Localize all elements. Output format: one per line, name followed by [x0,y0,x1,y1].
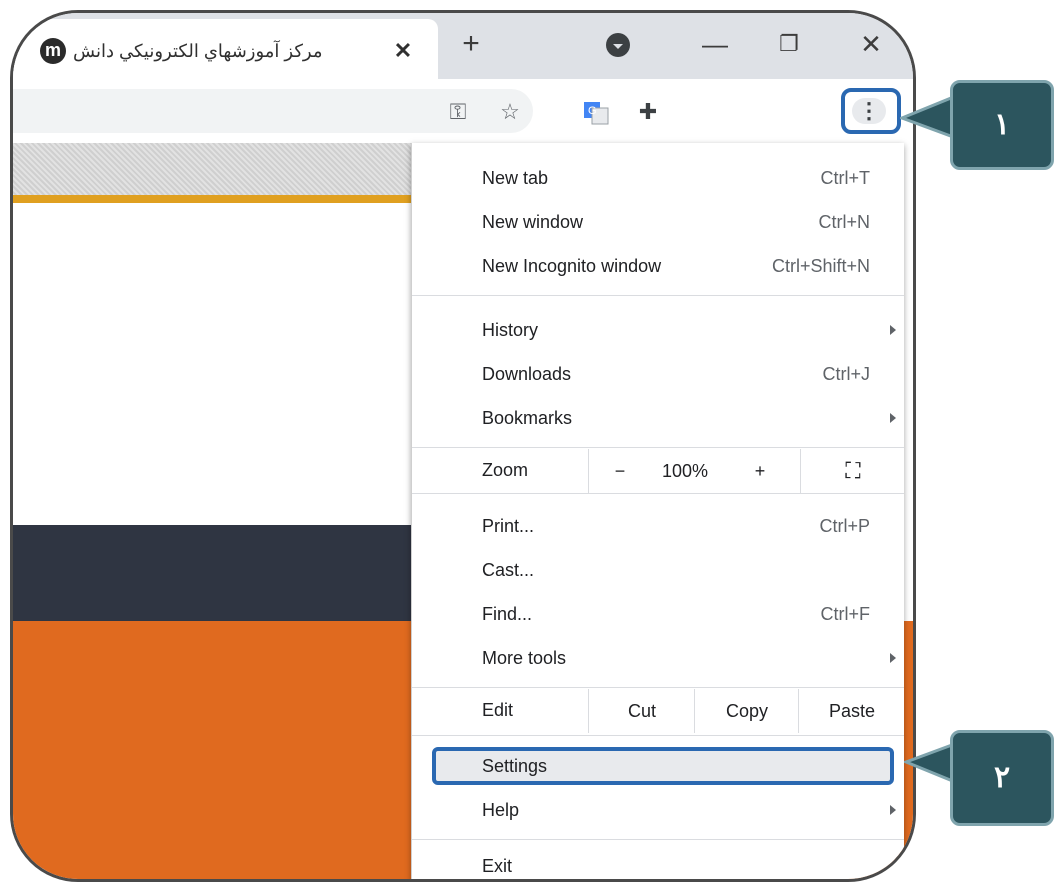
menu-item-history[interactable]: History [412,311,904,351]
menu-button-highlight[interactable]: ⋮ [841,88,901,134]
menu-item-label: Print... [482,516,535,536]
profile-dropdown-icon[interactable] [606,33,630,57]
submenu-arrow-icon [890,325,896,335]
minimize-button[interactable]: — [695,25,735,65]
menu-item-label: Exit [482,856,513,876]
menu-item-bookmarks[interactable]: Bookmarks [412,399,904,439]
submenu-arrow-icon [890,413,896,423]
browser-toolbar: ⚿ ☆ G ✚ ⋮ [13,79,913,143]
translate-icon[interactable]: G [583,99,609,125]
tab-close-icon[interactable]: ✕ [389,37,417,65]
page-dark-band [13,525,411,621]
step-callout-1: ١ [950,80,1054,170]
menu-item-shortcut: Ctrl+F [820,604,871,624]
submenu-arrow-icon [890,805,896,815]
menu-item-shortcut: Ctrl+Shift+N [771,256,870,276]
menu-item-label: Settings [482,756,548,776]
menu-item-new-tab[interactable]: New tab Ctrl+T [412,159,904,199]
chrome-main-menu: New tab Ctrl+T New window Ctrl+N New Inc… [411,143,904,879]
menu-item-label: Bookmarks [482,408,573,428]
menu-item-more-tools[interactable]: More tools [412,639,904,679]
menu-separator [412,687,904,688]
menu-item-print[interactable]: Print... Ctrl+P [412,507,904,547]
menu-item-find[interactable]: Find... Ctrl+F [412,595,904,635]
menu-item-downloads[interactable]: Downloads Ctrl+J [412,355,904,395]
site-favicon: m [40,38,66,64]
extensions-puzzle-icon[interactable]: ✚ [635,99,661,125]
copy-button[interactable]: Copy [694,689,799,733]
paste-button[interactable]: Paste [798,689,905,733]
menu-item-label: Help [482,800,520,820]
zoom-level: 100% [661,461,709,481]
submenu-arrow-icon [890,653,896,663]
edit-label: Edit [482,700,514,720]
fullscreen-icon[interactable]: ⛶ [800,449,905,493]
new-tab-button[interactable]: + [453,27,489,63]
menu-item-shortcut: Ctrl+P [819,516,870,536]
menu-item-exit[interactable]: Exit [412,847,904,879]
tab-strip: m مركز آموزشهاي الكترونيكي دانش ✕ + — ❐ … [13,13,913,79]
menu-item-label: Cast... [482,560,535,580]
key-icon[interactable]: ⚿ [445,99,471,125]
menu-item-cast[interactable]: Cast... [412,551,904,591]
tab-title: مركز آموزشهاي الكترونيكي دانش [73,41,323,61]
kebab-menu-icon[interactable]: ⋮ [852,98,886,124]
active-tab[interactable]: m مركز آموزشهاي الكترونيكي دانش ✕ [13,19,438,79]
menu-item-label: More tools [482,648,567,668]
zoom-out-button[interactable]: − [588,449,651,493]
step-callout-2: ٢ [950,730,1054,826]
window-close-button[interactable]: ✕ [851,25,891,65]
svg-text:G: G [588,105,597,117]
menu-item-new-window[interactable]: New window Ctrl+N [412,203,904,243]
cut-button[interactable]: Cut [588,689,695,733]
zoom-in-button[interactable]: + [720,449,800,493]
menu-item-label: History [482,320,539,340]
page-gold-line [13,195,411,203]
menu-item-shortcut: Ctrl+N [818,212,870,232]
page-header-pattern [13,143,411,199]
menu-item-label: New Incognito window [482,256,662,276]
menu-item-label: Downloads [482,364,572,384]
menu-item-label: New window [482,212,584,232]
menu-separator [412,493,904,494]
zoom-row: Zoom − 100% + ⛶ [412,449,904,493]
zoom-label: Zoom [482,460,529,480]
menu-item-label: New tab [482,168,549,188]
menu-item-help[interactable]: Help [412,791,904,831]
menu-separator [412,295,904,296]
menu-item-new-incognito[interactable]: New Incognito window Ctrl+Shift+N [412,247,904,287]
edit-row: Edit Cut Copy Paste [412,689,904,733]
restore-button[interactable]: ❐ [769,25,809,65]
menu-separator [412,735,904,736]
menu-item-shortcut: Ctrl+J [822,364,870,384]
menu-separator [412,447,904,448]
browser-window: m مركز آموزشهاي الكترونيكي دانش ✕ + — ❐ … [10,10,916,882]
star-icon[interactable]: ☆ [497,99,523,125]
menu-item-label: Find... [482,604,533,624]
menu-item-settings[interactable]: Settings [412,747,904,787]
menu-separator [412,839,904,840]
menu-item-shortcut: Ctrl+T [820,168,871,188]
